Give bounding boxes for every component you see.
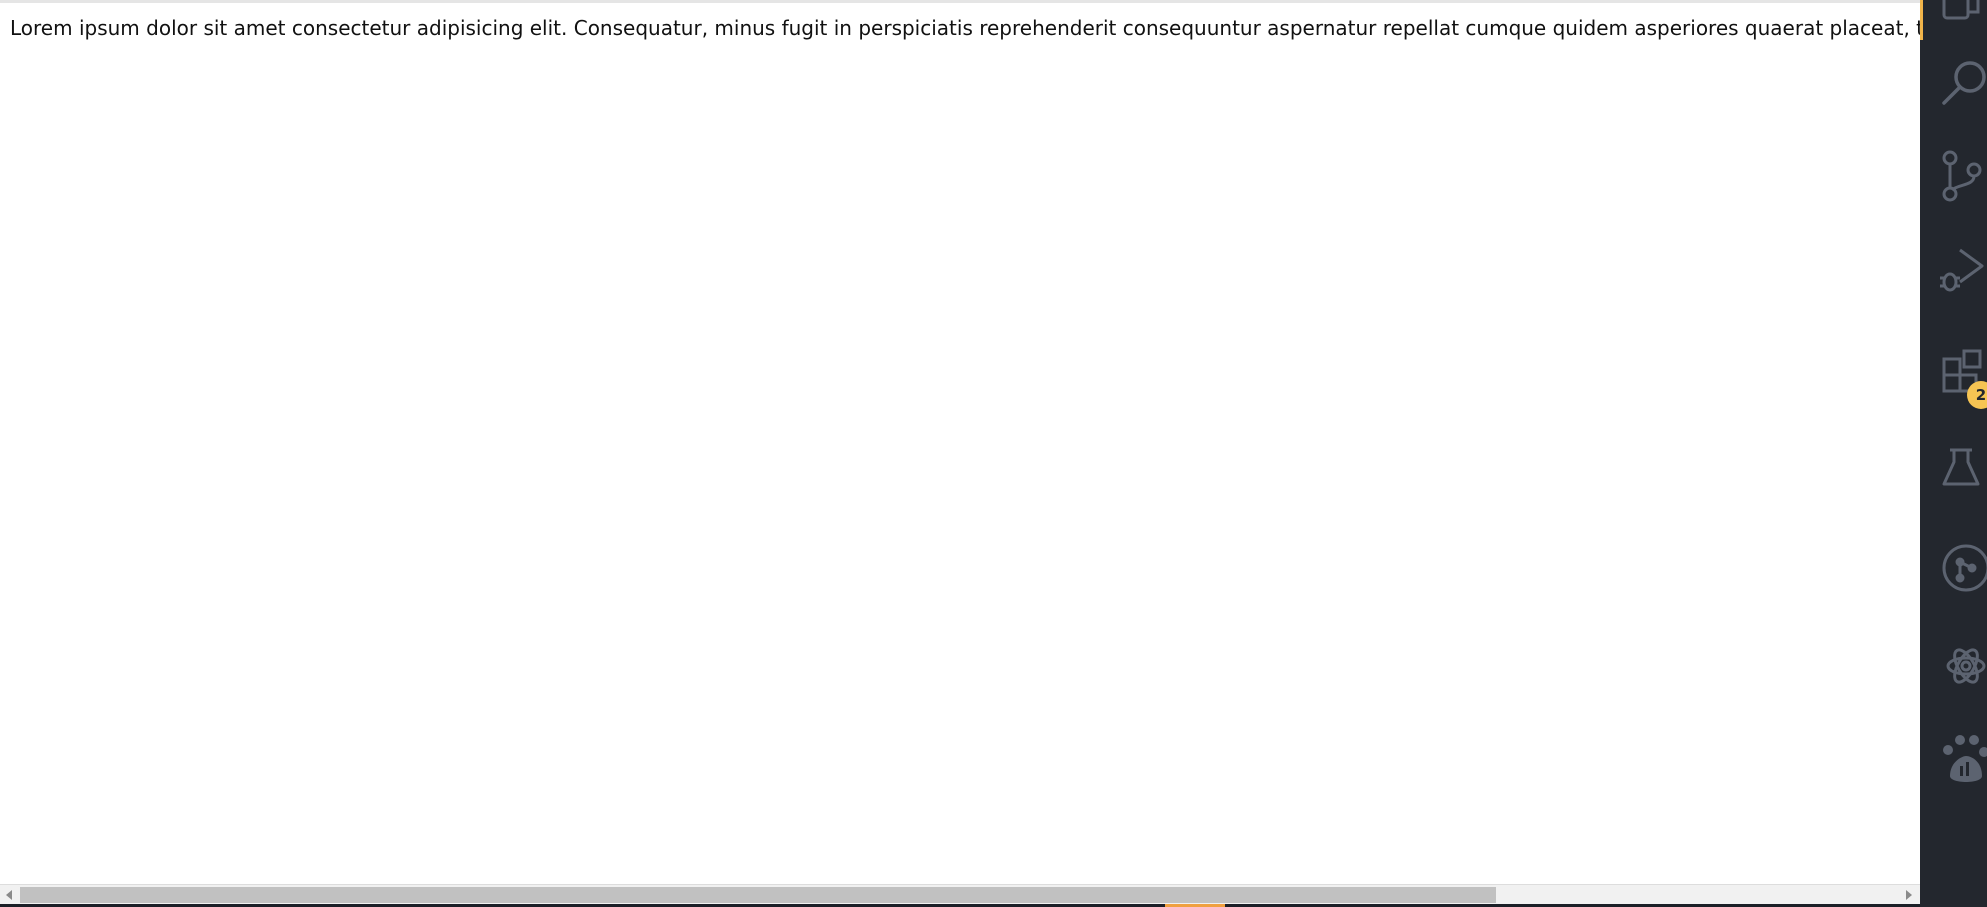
lorem-text: Lorem ipsum dolor sit amet consectetur a… xyxy=(10,16,1920,40)
run-debug-icon[interactable] xyxy=(1938,240,1987,300)
paw-icon[interactable] xyxy=(1938,732,1987,792)
git-graph-icon[interactable] xyxy=(1938,538,1987,598)
active-indicator xyxy=(1920,0,1923,40)
activity-bar: 2 xyxy=(1920,0,1987,907)
scroll-thumb[interactable] xyxy=(20,887,1496,903)
scroll-left-arrow-icon[interactable] xyxy=(6,890,12,900)
extensions-badge: 2 xyxy=(1967,381,1987,409)
explorer-icon[interactable] xyxy=(1938,0,1987,38)
source-control-icon[interactable] xyxy=(1938,146,1987,206)
search-icon[interactable] xyxy=(1938,55,1987,115)
openai-icon[interactable] xyxy=(1938,636,1987,696)
scroll-right-arrow-icon[interactable] xyxy=(1906,890,1912,900)
testing-icon[interactable] xyxy=(1938,440,1987,500)
top-border xyxy=(0,0,1920,3)
browser-viewport: Lorem ipsum dolor sit amet consectetur a… xyxy=(0,0,1920,907)
